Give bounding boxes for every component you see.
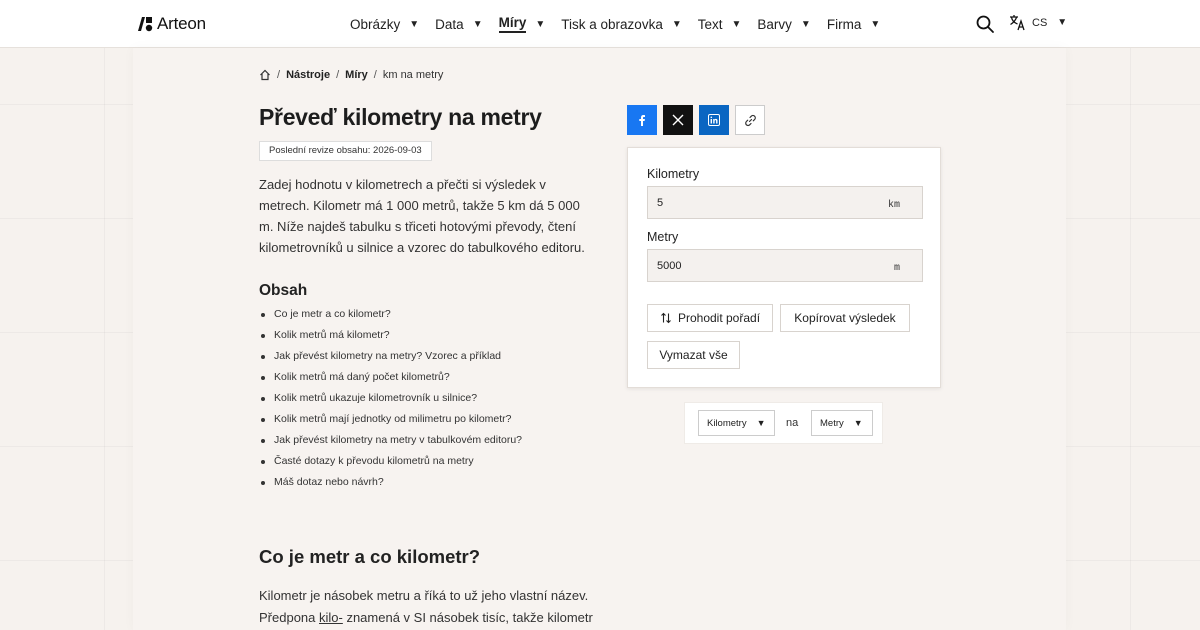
logo[interactable]: Arteon [137,14,206,34]
toc-title: Obsah [259,282,308,299]
home-icon[interactable] [259,69,271,81]
meters-label: Metry [647,230,679,244]
kilometers-field: km [647,186,923,219]
kilometers-input[interactable] [648,187,878,218]
x-icon [672,114,684,126]
share-facebook-button[interactable] [627,105,657,135]
breadcrumb-current: km na metry [382,69,444,81]
nav-item-data[interactable]: Data ▼ [435,0,482,48]
breadcrumb-separator: / [336,69,340,81]
chevron-down-icon: ▼ [870,18,881,30]
kilo-link[interactable]: kilo- [319,610,343,625]
section-text: Kilometr je násobek metru a říká to už j… [259,585,599,629]
from-unit-value: Kilometry [707,417,747,429]
revision-badge: Poslední revize obsahu: 2026-09-03 [259,141,432,161]
nav-item-barvy[interactable]: Barvy ▼ [757,0,810,48]
copy-link-button[interactable] [735,105,765,135]
translate-icon [1010,15,1025,31]
from-unit-select[interactable]: Kilometry ▼ [698,410,775,436]
toc-item[interactable]: Jak převést kilometry na metry v tabulko… [259,430,522,451]
copy-result-button[interactable]: Kopírovat výsledek [780,304,910,332]
nav-label: Obrázky [350,16,401,32]
search-icon[interactable] [975,14,995,34]
section-text-part: znamená v SI násobek tisíc, takže kilome… [342,610,593,625]
share-bar [627,105,765,135]
chevron-down-icon: ▼ [535,18,546,30]
unit-selector: Kilometry ▼ na Metry ▼ [684,402,883,444]
meters-input[interactable] [648,250,878,281]
logo-text: Arteon [157,14,206,33]
share-linkedin-button[interactable] [699,105,729,135]
nav-item-miry[interactable]: Míry ▼ [498,0,546,48]
swap-icon [661,312,671,324]
chevron-down-icon: ▼ [472,18,483,30]
chevron-down-icon: ▼ [409,18,420,30]
toc-item[interactable]: Jak převést kilometry na metry? Vzorec a… [259,346,522,367]
toc-item[interactable]: Kolik metrů mají jednotky od milimetru p… [259,409,522,430]
section-title: Co je metr a co kilometr? [259,546,481,567]
chevron-down-icon: ▼ [756,418,766,428]
to-unit-value: Metry [820,417,844,429]
chevron-down-icon: ▼ [731,18,742,30]
content-card: / Nástroje / Míry / km na metry Převeď k… [133,48,1066,630]
top-header: Arteon Obrázky ▼ Data ▼ Míry ▼ Tisk a ob… [0,0,1200,48]
chevron-down-icon: ▼ [800,18,811,30]
page-title: Převeď kilometry na metry [259,104,542,130]
clear-all-button[interactable]: Vymazat vše [647,341,740,369]
share-x-button[interactable] [663,105,693,135]
chevron-down-icon: ▼ [1057,17,1068,28]
breadcrumb-miry[interactable]: Míry [345,69,368,81]
chevron-down-icon: ▼ [853,418,863,428]
nav-label: Text [697,16,723,32]
language-code: CS [1032,16,1048,29]
converter-panel: Kilometry km Metry m Prohodit pořadí Kop… [627,147,941,388]
nav-label: Míry [498,15,527,33]
linkedin-icon [708,114,720,126]
main-nav: Obrázky ▼ Data ▼ Míry ▼ Tisk a obrazovka… [350,0,896,48]
swap-button[interactable]: Prohodit pořadí [647,304,773,332]
nav-item-tisk[interactable]: Tisk a obrazovka ▼ [561,0,681,48]
meters-field: m [647,249,923,282]
nav-label: Tisk a obrazovka [561,16,663,32]
toc-item[interactable]: Co je metr a co kilometr? [259,304,522,325]
intro-text: Zadej hodnotu v kilometrech a přečti si … [259,177,585,255]
kilometers-label: Kilometry [647,167,700,181]
nav-label: Barvy [757,16,792,32]
nav-item-firma[interactable]: Firma ▼ [827,0,880,48]
toc-item[interactable]: Kolik metrů má daný počet kilometrů? [259,367,522,388]
breadcrumb-separator: / [373,69,377,81]
facebook-icon [639,115,645,126]
to-unit-select[interactable]: Metry ▼ [811,410,873,436]
chevron-down-icon: ▼ [671,18,682,30]
unit-connector: na [786,417,799,429]
breadcrumb-separator: / [277,69,281,81]
nav-item-text[interactable]: Text ▼ [698,0,742,48]
nav-item-obrazky[interactable]: Obrázky ▼ [350,0,419,48]
logo-icon [138,17,153,32]
swap-label: Prohodit pořadí [677,311,761,325]
link-icon [744,114,756,126]
unit-m: m [893,263,900,274]
breadcrumb: / Nástroje / Míry / km na metry [259,69,443,81]
toc-item[interactable]: Máš dotaz nebo návrh? [259,472,522,493]
table-of-contents: Co je metr a co kilometr? Kolik metrů má… [259,304,522,493]
nav-label: Data [435,16,464,32]
unit-km: km [887,200,900,211]
breadcrumb-nastroje[interactable]: Nástroje [286,69,330,81]
toc-item[interactable]: Kolik metrů má kilometr? [259,325,522,346]
language-switcher[interactable]: CS ▼ [1009,14,1067,31]
toc-item[interactable]: Kolik metrů ukazuje kilometrovník u siln… [259,388,522,409]
toc-item[interactable]: Časté dotazy k převodu kilometrů na metr… [259,451,522,472]
nav-label: Firma [826,16,862,32]
